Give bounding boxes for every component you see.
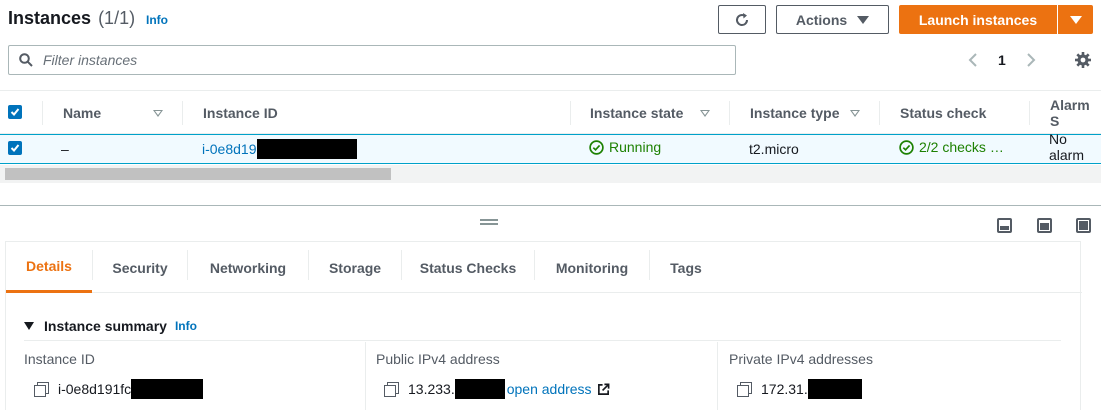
cell-instance-id: i-0e8d19 bbox=[202, 135, 357, 163]
caret-down-icon bbox=[857, 15, 870, 24]
field-instance-id: Instance ID i-0e8d191fc bbox=[24, 342, 364, 410]
caret-down-icon bbox=[24, 322, 34, 330]
check-circle-icon bbox=[899, 139, 914, 155]
column-header-instance-state[interactable]: Instance state bbox=[590, 91, 683, 135]
row-checkbox[interactable] bbox=[8, 141, 22, 155]
redacted-block bbox=[807, 379, 862, 399]
caret-down-icon bbox=[1069, 15, 1082, 24]
resize-handle-icon[interactable] bbox=[480, 219, 498, 225]
public-ipv4-value: 13.233. bbox=[408, 381, 455, 397]
copy-icon[interactable] bbox=[34, 382, 49, 397]
column-divider bbox=[570, 101, 571, 125]
page-number[interactable]: 1 bbox=[998, 52, 1006, 68]
sort-icon[interactable] bbox=[700, 110, 710, 117]
instance-id-link[interactable]: i-0e8d19 bbox=[202, 141, 257, 157]
tab-tags[interactable]: Tags bbox=[650, 242, 722, 293]
filter-input[interactable] bbox=[43, 52, 703, 68]
cell-instance-type: t2.micro bbox=[749, 141, 799, 157]
column-divider bbox=[729, 101, 730, 125]
table-row[interactable]: – i-0e8d19 Running t2.micro 2/2 checks … bbox=[0, 131, 1101, 164]
private-ipv4-value: 172.31. bbox=[761, 381, 808, 397]
filter-box[interactable] bbox=[8, 45, 736, 75]
actions-label: Actions bbox=[795, 11, 848, 28]
info-link[interactable]: Info bbox=[175, 319, 197, 333]
page-header: Instances (1/1) Info Actions Launch inst… bbox=[0, 0, 1101, 40]
tab-networking[interactable]: Networking bbox=[188, 242, 308, 293]
field-value: 172.31. bbox=[737, 379, 862, 399]
table-header: Name Instance ID Instance state Instance… bbox=[0, 90, 1101, 134]
column-divider bbox=[879, 101, 880, 125]
refresh-button[interactable] bbox=[718, 5, 766, 34]
cell-instance-state: Running bbox=[589, 133, 661, 161]
chevron-left-icon[interactable] bbox=[968, 52, 978, 68]
copy-icon[interactable] bbox=[737, 382, 752, 397]
field-label: Private IPv4 addresses bbox=[729, 351, 873, 367]
instance-id-value: i-0e8d191fc bbox=[58, 381, 132, 397]
redacted-block bbox=[131, 379, 204, 399]
status-check-text[interactable]: 2/2 checks … bbox=[919, 139, 1004, 155]
details-tabs: Details Security Networking Storage Stat… bbox=[6, 242, 1082, 293]
split-panel-divider bbox=[0, 205, 1101, 206]
panel-side-icon[interactable] bbox=[1037, 218, 1052, 233]
search-icon bbox=[19, 53, 33, 67]
open-address-link[interactable]: open address bbox=[507, 381, 592, 397]
refresh-icon bbox=[736, 12, 749, 26]
column-divider bbox=[1029, 101, 1030, 125]
field-private-ipv4: Private IPv4 addresses 172.31. bbox=[729, 342, 1069, 410]
column-header-instance-id[interactable]: Instance ID bbox=[203, 91, 278, 135]
summary-divider bbox=[24, 340, 1061, 341]
tab-details[interactable]: Details bbox=[6, 242, 92, 293]
column-divider bbox=[182, 101, 183, 125]
field-label: Instance ID bbox=[24, 351, 95, 367]
gear-icon[interactable] bbox=[1073, 50, 1093, 70]
field-value: 13.233. open address bbox=[384, 379, 610, 399]
checkmark-icon bbox=[10, 144, 20, 152]
column-divider bbox=[42, 101, 43, 125]
column-header-status-check[interactable]: Status check bbox=[900, 91, 986, 135]
instances-table: Name Instance ID Instance state Instance… bbox=[0, 90, 1101, 164]
column-header-name[interactable]: Name bbox=[63, 91, 101, 135]
sort-icon[interactable] bbox=[153, 110, 163, 117]
redacted-block bbox=[256, 139, 357, 159]
horizontal-scrollbar[interactable] bbox=[0, 165, 1101, 183]
chevron-right-icon[interactable] bbox=[1026, 52, 1036, 68]
check-circle-icon bbox=[589, 139, 604, 155]
launch-instances-label: Launch instances bbox=[918, 11, 1038, 28]
instance-summary-title: Instance summary bbox=[44, 318, 167, 334]
column-header-instance-type[interactable]: Instance type bbox=[750, 91, 839, 135]
cell-status-check: 2/2 checks … bbox=[899, 133, 1004, 161]
tab-monitoring[interactable]: Monitoring bbox=[535, 242, 649, 293]
column-divider bbox=[717, 342, 718, 410]
cell-name: – bbox=[61, 141, 69, 157]
page-title-text: Instances bbox=[8, 8, 92, 28]
instance-summary-header[interactable]: Instance summary Info bbox=[24, 318, 197, 334]
instance-count: (1/1) bbox=[98, 8, 136, 28]
actions-button[interactable]: Actions bbox=[776, 5, 889, 34]
page-title: Instances (1/1) bbox=[8, 8, 135, 29]
launch-dropdown-button[interactable] bbox=[1057, 5, 1093, 34]
select-all-checkbox[interactable] bbox=[8, 105, 22, 119]
tab-status-checks[interactable]: Status Checks bbox=[402, 242, 534, 293]
redacted-block bbox=[454, 379, 505, 399]
panel-bottom-icon[interactable] bbox=[997, 218, 1012, 233]
column-header-alarm-status[interactable]: Alarm S bbox=[1050, 91, 1101, 135]
field-value: i-0e8d191fc bbox=[34, 379, 204, 399]
state-text: Running bbox=[609, 139, 662, 155]
info-link[interactable]: Info bbox=[146, 13, 168, 27]
column-divider bbox=[365, 342, 366, 410]
field-label: Public IPv4 address bbox=[376, 351, 500, 367]
copy-icon[interactable] bbox=[384, 382, 399, 397]
external-link-icon[interactable] bbox=[597, 383, 610, 396]
checkmark-icon bbox=[10, 108, 20, 116]
panel-full-icon[interactable] bbox=[1076, 218, 1091, 233]
scrollbar-thumb[interactable] bbox=[5, 168, 391, 180]
tab-storage[interactable]: Storage bbox=[309, 242, 401, 293]
tab-security[interactable]: Security bbox=[93, 242, 187, 293]
pagination: 1 bbox=[968, 47, 1036, 73]
cell-alarm-status: No alarm bbox=[1049, 131, 1085, 163]
sort-icon[interactable] bbox=[850, 110, 860, 117]
launch-instances-button[interactable]: Launch instances bbox=[899, 5, 1057, 34]
field-public-ipv4: Public IPv4 address 13.233. open address bbox=[376, 342, 716, 410]
